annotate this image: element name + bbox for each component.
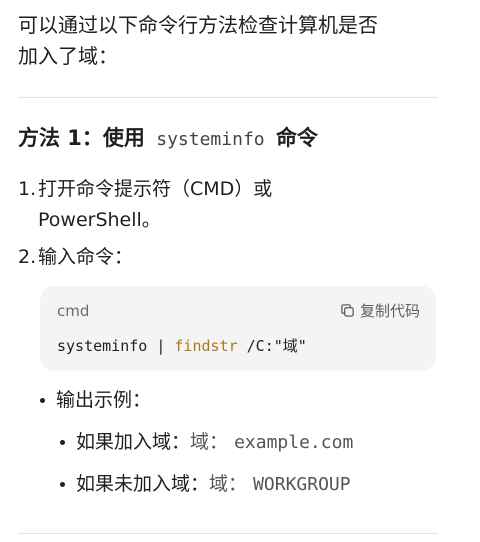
example-case-label: 如果加入域： <box>76 431 191 453</box>
steps-list: 1. 打开命令提示符（CMD）或 PowerShell。 2. 输入命令： <box>18 174 438 273</box>
section-divider-bottom <box>18 533 438 534</box>
example-case-label: 如果未加入域： <box>76 473 210 495</box>
output-example-label: 输出示例： <box>56 389 152 411</box>
code-line: systeminfo | findstr /C:"域" <box>57 335 307 356</box>
answer-content: 可以通过以下命令行方法检查计算机是否 加入了域： 方法 1：使用 systemi… <box>18 0 438 534</box>
output-example-list: 输出示例： 如果加入域：域： example.com 如果未加入域：域： WOR… <box>40 385 438 500</box>
example-value: WORKGROUP <box>253 474 351 495</box>
code-block: cmd 复制代码 systeminfo | findstr /C:"域" <box>40 286 436 371</box>
section-divider <box>18 97 438 98</box>
code-function-token: findstr <box>174 337 238 355</box>
output-example-item: 输出示例： <box>40 385 438 415</box>
step-item-1: 1. 打开命令提示符（CMD）或 PowerShell。 <box>18 174 438 236</box>
method-1-prefix: 方法 1：使用 <box>18 126 145 150</box>
code-arguments: /C:"域" <box>237 337 307 355</box>
intro-line-1: 可以通过以下命令行方法检查计算机是否 <box>18 13 378 37</box>
method-1-inline-code: systeminfo <box>156 129 265 150</box>
example-value: example.com <box>234 432 354 453</box>
code-language-label: cmd <box>57 302 90 320</box>
step-number: 1. <box>18 178 37 200</box>
method-1-suffix: 命令 <box>275 126 318 150</box>
copy-code-button[interactable]: 复制代码 <box>340 300 420 321</box>
step-item-2: 2. 输入命令： <box>18 242 438 273</box>
example-key: 域： <box>190 431 229 453</box>
step-text-line-1: 打开命令提示符（CMD）或 <box>38 178 273 200</box>
step-text-line-2: PowerShell。 <box>38 209 161 231</box>
joined-domain-example: 如果加入域：域： example.com <box>60 427 438 458</box>
copy-icon <box>340 303 355 318</box>
method-1-heading: 方法 1：使用 systeminfo 命令 <box>18 122 438 156</box>
workgroup-example: 如果未加入域：域： WORKGROUP <box>60 469 438 500</box>
intro-line-2: 加入了域： <box>18 44 118 68</box>
output-example-sublist: 如果加入域：域： example.com 如果未加入域：域： WORKGROUP <box>60 427 438 500</box>
copy-code-label: 复制代码 <box>359 302 420 320</box>
intro-paragraph: 可以通过以下命令行方法检查计算机是否 加入了域： <box>18 0 438 72</box>
example-key: 域： <box>209 473 248 495</box>
step-number: 2. <box>18 246 37 268</box>
step-text-line-1: 输入命令： <box>38 246 134 268</box>
code-command: systeminfo | <box>57 337 175 355</box>
